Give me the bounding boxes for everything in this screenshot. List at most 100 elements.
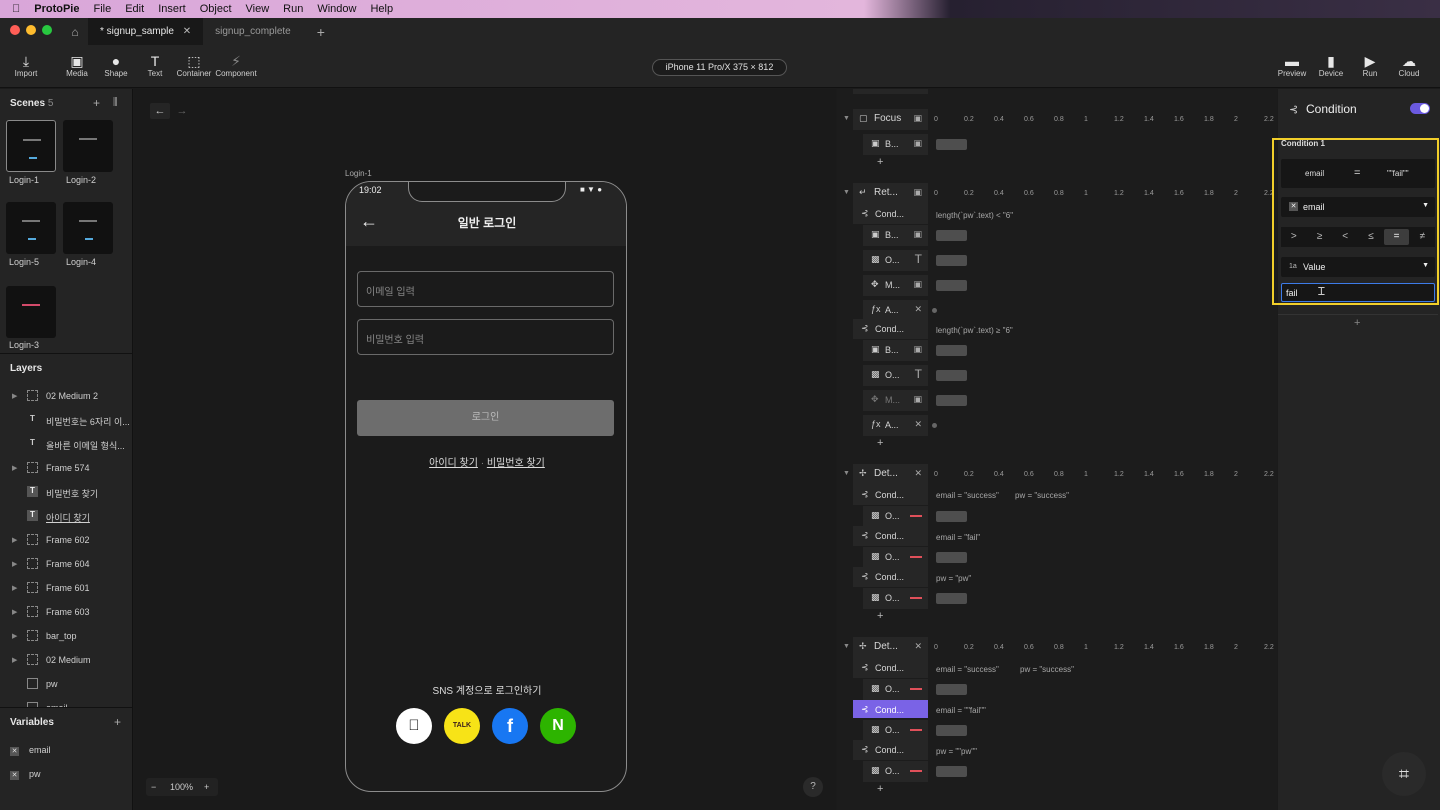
scene-thumb-login-1[interactable]: [6, 120, 56, 172]
response-bar[interactable]: [936, 552, 967, 563]
expand-icon[interactable]: ▶: [12, 392, 17, 400]
shape-button[interactable]: ● Shape: [94, 53, 138, 78]
minimize-window-button[interactable]: [26, 25, 36, 35]
cloud-button[interactable]: ☁ Cloud: [1387, 53, 1431, 78]
response-bar[interactable]: [936, 280, 967, 291]
menu-window[interactable]: Window: [317, 3, 356, 15]
facebook-login-icon[interactable]: f: [492, 708, 528, 744]
device-button[interactable]: ▮ Device: [1309, 53, 1353, 78]
response-bar[interactable]: [936, 370, 967, 381]
response-row[interactable]: ƒx A... ✕: [863, 300, 928, 321]
find-id-link[interactable]: 아이디 찾기: [429, 458, 478, 469]
media-button[interactable]: ▣ Media: [55, 53, 99, 78]
scene-thumb-login-2[interactable]: [63, 120, 113, 172]
layer-row[interactable]: ▶ Frame 602: [0, 529, 133, 553]
add-response-icon[interactable]: +: [877, 437, 883, 449]
response-row[interactable]: ▣ B... ▣: [863, 134, 928, 155]
tab-signup-sample[interactable]: * signup_sample ✕: [88, 18, 204, 45]
text-button[interactable]: T Text: [133, 53, 177, 78]
response-row[interactable]: ✥ M... ▣: [863, 275, 928, 296]
collapse-icon[interactable]: ▼: [843, 470, 850, 477]
add-condition-icon[interactable]: +: [1354, 317, 1360, 329]
response-bar[interactable]: [936, 255, 967, 266]
scene-thumb-login-5[interactable]: [6, 202, 56, 254]
zoom-level[interactable]: 100%: [170, 778, 193, 796]
expand-icon[interactable]: ▶: [12, 608, 17, 616]
add-response-icon[interactable]: +: [877, 783, 883, 795]
response-bar[interactable]: [936, 511, 967, 522]
condition-row[interactable]: ⊰ Cond...: [853, 485, 928, 505]
menu-insert[interactable]: Insert: [158, 3, 186, 15]
device-selector[interactable]: iPhone 11 Pro/X 375 × 812: [652, 59, 787, 76]
expand-icon[interactable]: ▶: [12, 536, 17, 544]
run-button[interactable]: ▶ Run: [1348, 53, 1392, 78]
trigger-focus[interactable]: ▢ Focus ▣: [853, 109, 928, 130]
scene-view-icon[interactable]: ⫼: [113, 97, 118, 108]
apple-icon[interactable]: : [12, 3, 20, 15]
response-row[interactable]: ✥ M... ▣: [863, 390, 928, 411]
layer-row[interactable]: T 비밀번호 찾기: [0, 481, 133, 505]
expand-icon[interactable]: ▶: [12, 464, 17, 472]
collapse-icon[interactable]: ▼: [843, 115, 850, 122]
response-bar[interactable]: [936, 593, 967, 604]
layer-row[interactable]: T 올바른 이메일 형식...: [0, 433, 133, 457]
naver-login-icon[interactable]: N: [540, 708, 576, 744]
zoom-window-button[interactable]: [42, 25, 52, 35]
condition-row[interactable]: ⊰ Cond...: [853, 319, 928, 339]
response-row[interactable]: ▩ O... T: [863, 365, 928, 386]
response-bar[interactable]: [936, 684, 967, 695]
layer-row[interactable]: T 비밀번호는 6자리 이...: [0, 409, 133, 433]
app-menu[interactable]: ProtoPie: [34, 3, 79, 15]
layer-row[interactable]: ▶ bar_top: [0, 625, 133, 649]
scene-thumb-login-4[interactable]: [63, 202, 113, 254]
layer-row[interactable]: ▶ Frame 574: [0, 457, 133, 481]
response-row[interactable]: ƒx A... ✕: [863, 415, 928, 436]
response-bar[interactable]: [936, 139, 967, 150]
kakao-login-icon[interactable]: TALK: [444, 708, 480, 744]
scene-thumb-login-3[interactable]: [6, 286, 56, 338]
response-bar[interactable]: [936, 725, 967, 736]
back-arrow-icon[interactable]: ←: [150, 103, 170, 119]
condition-row[interactable]: ⊰ Cond...: [853, 204, 928, 224]
expand-icon[interactable]: ▶: [12, 584, 17, 592]
menu-help[interactable]: Help: [370, 3, 393, 15]
response-bar[interactable]: [936, 766, 967, 777]
layer-row[interactable]: ▶ 02 Medium 2: [0, 385, 133, 409]
find-password-link[interactable]: 비밀번호 찾기: [487, 458, 545, 469]
response-row[interactable]: ▣ B... ▣: [863, 340, 928, 361]
response-bar[interactable]: [936, 395, 967, 406]
email-field[interactable]: 이메일 입력: [357, 271, 614, 307]
expand-icon[interactable]: ▶: [12, 656, 17, 664]
variable-row[interactable]: ✕ pw: [0, 767, 133, 791]
add-response-icon[interactable]: +: [877, 156, 883, 168]
menu-file[interactable]: File: [93, 3, 111, 15]
collapse-icon[interactable]: ▼: [843, 189, 850, 196]
menu-object[interactable]: Object: [200, 3, 232, 15]
response-row[interactable]: ▣ B... ▣: [863, 225, 928, 246]
add-tab-icon[interactable]: +: [317, 24, 325, 40]
trigger-detect[interactable]: ✢ Det... ✕: [853, 464, 928, 485]
expand-icon[interactable]: ▶: [12, 560, 17, 568]
condition-row[interactable]: ⊰ Cond...: [853, 658, 928, 678]
condition-row-selected[interactable]: ⊰ Cond...: [853, 700, 928, 718]
home-icon[interactable]: ⌂: [62, 25, 88, 39]
condition-row[interactable]: ⊰ Cond...: [853, 567, 928, 587]
container-button[interactable]: ⬚ Container: [172, 53, 216, 78]
variable-row[interactable]: ✕ email: [0, 743, 133, 767]
layer-row[interactable]: ▶ Frame 603: [0, 601, 133, 625]
screenshot-icon[interactable]: ⌗: [1382, 752, 1426, 796]
tab-signup-complete[interactable]: signup_complete: [203, 18, 303, 45]
layer-row[interactable]: pw: [0, 673, 133, 697]
close-tab-icon[interactable]: ✕: [183, 26, 191, 37]
menu-run[interactable]: Run: [283, 3, 303, 15]
response-row[interactable]: ▩ O... T: [863, 250, 928, 271]
menu-edit[interactable]: Edit: [125, 3, 144, 15]
preview-button[interactable]: ▬ Preview: [1270, 53, 1314, 78]
import-button[interactable]: ⤓ Import: [4, 53, 48, 78]
condition-row[interactable]: ⊰ Cond...: [853, 740, 928, 760]
response-bar[interactable]: [936, 230, 967, 241]
response-dot[interactable]: [932, 308, 937, 313]
condition-row[interactable]: ⊰ Cond...: [853, 526, 928, 546]
menu-view[interactable]: View: [246, 3, 270, 15]
zoom-out-icon[interactable]: −: [151, 778, 156, 796]
